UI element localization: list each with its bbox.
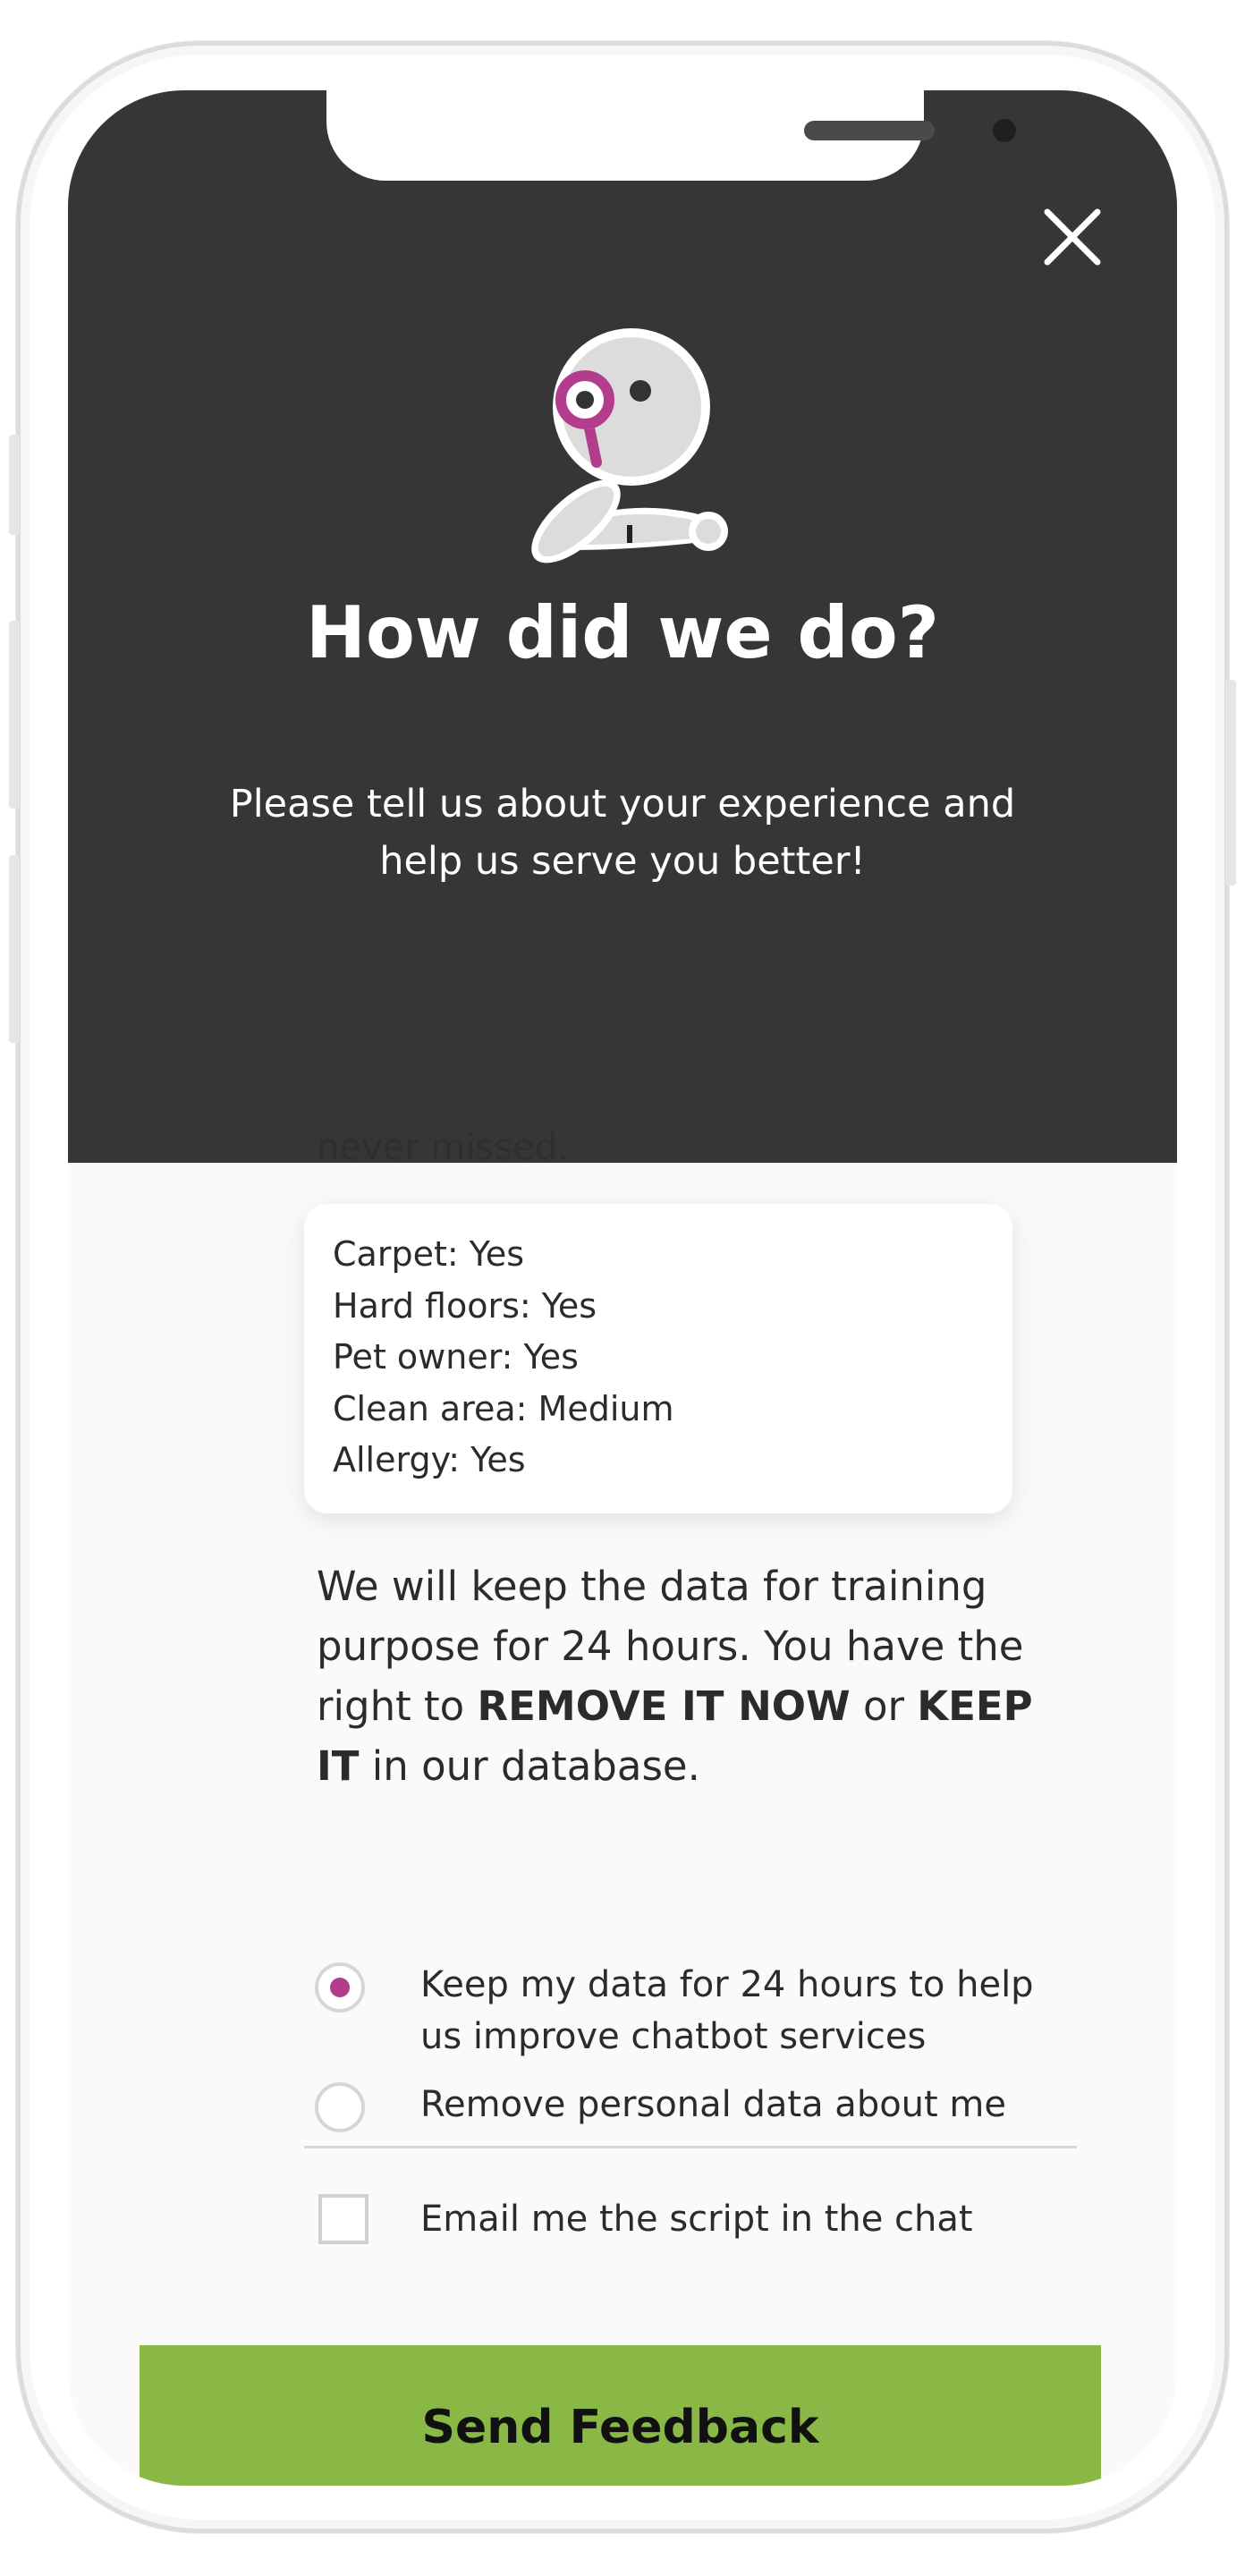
data-retention-notice: We will keep the data for training purpo… <box>317 1556 1050 1796</box>
email-script-checkbox[interactable] <box>318 2194 368 2244</box>
cut-off-text: never missed. <box>317 1127 569 1168</box>
phone-side-button <box>9 621 20 809</box>
feedback-header: How did we do? Please tell us about your… <box>68 90 1177 1163</box>
summary-item-allergy: Allergy: Yes <box>333 1440 526 1479</box>
phone-side-button <box>9 435 20 535</box>
summary-card: Carpet: Yes Hard floors: Yes Pet owner: … <box>304 1204 1012 1513</box>
robot-magnifier-icon <box>531 328 728 564</box>
remove-data-radio[interactable] <box>315 2082 365 2132</box>
keep-data-radio[interactable] <box>315 1962 365 2012</box>
divider <box>304 2146 1077 2148</box>
phone-side-button <box>1225 680 1236 886</box>
summary-item-pet-owner: Pet owner: Yes <box>333 1337 579 1377</box>
close-button[interactable] <box>1038 203 1106 271</box>
page-subtitle: Please tell us about your experience and… <box>229 782 1016 884</box>
phone-side-button <box>9 855 20 1043</box>
notice-text-3: in our database. <box>359 1742 700 1790</box>
summary-item-hard-floors: Hard floors: Yes <box>333 1285 597 1326</box>
close-icon <box>1044 208 1101 266</box>
summary-list: Carpet: Yes Hard floors: Yes Pet owner: … <box>304 1204 1012 1487</box>
email-script-label: Email me the script in the chat <box>420 2199 973 2240</box>
front-camera <box>993 119 1016 142</box>
speaker-grille <box>804 121 935 140</box>
notice-text-2: or <box>850 1682 918 1730</box>
summary-item-carpet: Carpet: Yes <box>333 1234 525 1274</box>
feedback-content: never missed. Carpet: Yes Hard floors: Y… <box>68 1127 1177 2486</box>
notice-remove-bold: REMOVE IT NOW <box>477 1682 851 1730</box>
send-feedback-button[interactable]: Send Feedback <box>140 2345 1101 2486</box>
phone-screen: How did we do? Please tell us about your… <box>68 90 1177 2486</box>
remove-data-label: Remove personal data about me <box>420 2084 1006 2125</box>
keep-data-label: Keep my data for 24 hours to help us imp… <box>420 1964 1034 2057</box>
summary-item-clean-area: Clean area: Medium <box>333 1388 674 1428</box>
page-title: How did we do? <box>305 591 940 674</box>
phone-notch <box>326 90 1016 181</box>
